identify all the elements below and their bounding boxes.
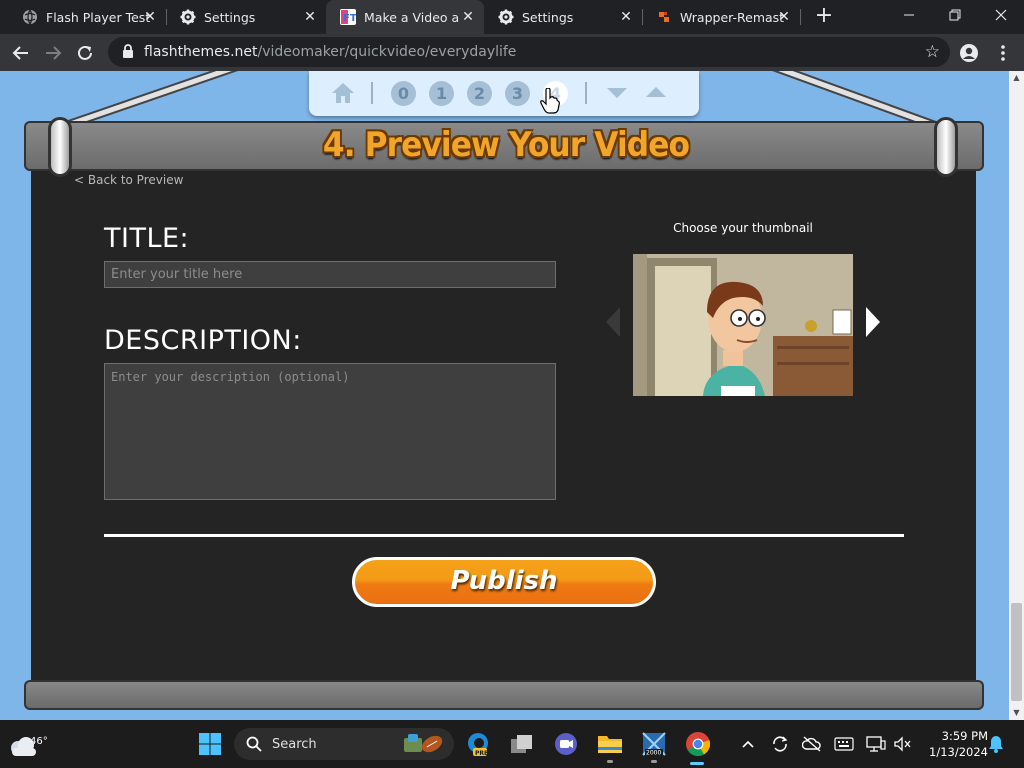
close-icon[interactable]: ✕ [142,9,158,25]
close-icon[interactable]: ✕ [302,9,318,25]
weather-widget[interactable]: 46° [8,728,52,760]
publish-button[interactable]: Publish [352,557,656,607]
lock-icon[interactable] [122,43,134,62]
thumbnail-prev-arrow-icon[interactable] [606,307,620,337]
tab-strip: Flash Player Test ✕ Settings ✕ FT Make a… [0,0,1024,34]
volume-muted-icon[interactable] [892,734,912,754]
task-view-icon[interactable] [506,728,538,760]
step-nav: 0 1 2 3 4 [309,71,699,116]
hand-cursor-icon [540,87,560,114]
close-icon[interactable]: ✕ [776,9,792,25]
active-app-indicator [690,762,704,765]
scroll-down-icon[interactable]: ▼ [1009,706,1024,720]
weather-temperature: 46° [30,736,48,747]
scrollbar-thumb[interactable] [1011,603,1022,701]
reload-icon[interactable] [72,40,98,66]
teams-chat-icon[interactable] [550,728,582,760]
back-arrow-icon[interactable] [8,40,34,66]
address-bar[interactable]: flashthemes.net/videomaker/quickvideo/ev… [108,37,950,67]
bottom-banner-bar [24,680,984,710]
network-display-icon[interactable] [866,734,886,754]
notification-bell-icon[interactable] [986,734,1006,754]
tab-flash-player-test[interactable]: Flash Player Test ✕ [8,0,166,34]
new-tab-button[interactable]: + [812,5,836,29]
step-nav-divider [371,82,373,104]
search-label: Search [272,736,317,752]
tab-wrapper-remastered[interactable]: Wrapper-Remaste ✕ [642,0,800,34]
tab-separator [800,9,801,25]
search-icon [246,736,262,752]
tab-title: Flash Player Test [46,9,151,25]
thumbnail-label: Choose your thumbnail [673,221,813,235]
flashthemes-icon: FT [340,9,356,25]
thumbnail-next-arrow-icon[interactable] [866,307,880,337]
clock-date: 1/13/2024 [929,745,988,759]
system-clock[interactable]: 3:59 PM 1/13/2024 [916,728,988,760]
svg-text:FT: FT [343,13,356,24]
running-indicator [651,760,657,763]
chevron-up-icon[interactable] [738,734,758,754]
windows-start-icon[interactable] [194,728,226,760]
description-input[interactable] [104,363,556,500]
svg-text:PRE: PRE [475,750,488,757]
gear-icon [498,9,514,25]
tab-settings[interactable]: Settings ✕ [166,0,326,34]
tab-title: Settings [522,9,574,25]
page-title: 4. Preview Your Video [322,125,690,165]
step-3-button[interactable]: 3 [505,81,530,106]
menu-kebab-icon[interactable] [992,42,1014,64]
url-host: flashthemes.net [144,44,258,60]
browser-toolbar: flashthemes.net/videomaker/quickvideo/ev… [0,34,1024,71]
file-explorer-icon[interactable] [594,728,626,760]
taskbar-search[interactable]: Search [234,728,454,760]
search-highlight-icon [404,734,443,753]
step-0-button[interactable]: 0 [391,81,416,106]
close-icon[interactable]: ✕ [618,9,634,25]
expand-up-icon[interactable] [646,87,666,97]
wrapper-icon [656,9,672,25]
scroll-up-icon[interactable]: ▲ [1009,71,1024,85]
chrome-icon[interactable] [682,728,714,760]
tab-title: Settings [204,9,256,25]
running-indicator [607,760,613,763]
description-label: DESCRIPTION: [104,325,302,356]
title-label: TITLE: [104,223,190,254]
home-icon[interactable] [331,82,355,104]
tab-title: Make a Video abo [364,9,460,25]
tab-title: Wrapper-Remaste [680,9,784,25]
tab-settings-2[interactable]: Settings ✕ [484,0,642,34]
clock-time: 3:59 PM [941,729,988,743]
step-nav-divider [585,82,587,104]
url-path: /videomaker/quickvideo/everydaylife [257,44,517,60]
back-to-preview-link[interactable]: < Back to Preview [74,173,183,187]
onedrive-offline-icon[interactable] [802,734,822,754]
svg-text:2000: 2000 [646,750,661,757]
page-viewport: 4. Preview Your Video 0 1 2 3 4 < Back t… [0,71,1009,720]
page-scrollbar[interactable]: ▲ ▼ [1009,71,1024,720]
url-text: flashthemes.net/videomaker/quickvideo/ev… [144,44,516,60]
edge-beta-icon[interactable]: PRE [462,728,494,760]
collapse-down-icon[interactable] [607,88,627,98]
thumbnail-image[interactable] [633,254,853,396]
gear-icon [180,9,196,25]
step-banner: 4. Preview Your Video [24,117,984,177]
bookmark-star-icon[interactable]: ☆ [925,42,940,62]
step-2-button[interactable]: 2 [467,81,492,106]
forward-arrow-icon[interactable] [40,40,66,66]
app-2000-icon[interactable]: 2000 [638,728,670,760]
tab-make-a-video[interactable]: FT Make a Video abo ✕ [326,0,484,34]
taskbar: 46° Search PRE 2000 3:59 PM 1/13/2024 [0,720,1024,768]
sync-icon[interactable] [770,734,790,754]
title-input[interactable] [104,261,556,288]
profile-icon[interactable] [958,42,980,64]
minimize-button[interactable] [886,0,932,30]
form-divider [104,534,904,537]
keyboard-icon[interactable] [834,734,854,754]
globe-icon [22,9,38,25]
restore-button[interactable] [932,0,978,30]
close-window-button[interactable] [978,0,1024,30]
close-icon[interactable]: ✕ [460,9,476,25]
step-1-button[interactable]: 1 [429,81,454,106]
